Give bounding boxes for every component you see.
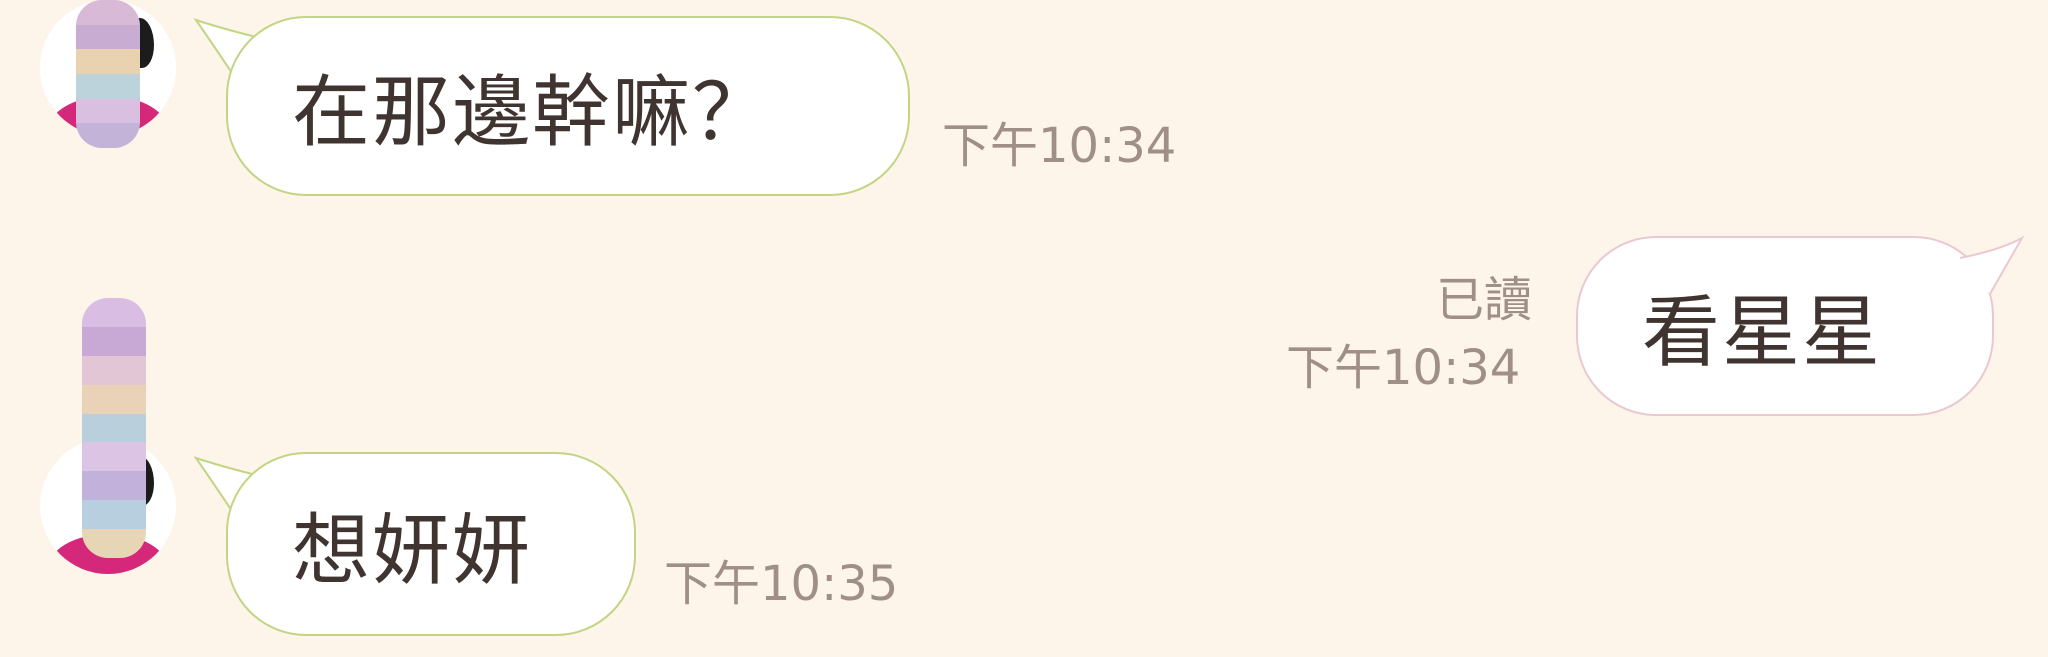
message-bubble[interactable]: 在那邊幹嘛？ <box>226 16 910 196</box>
read-receipt: 已讀 <box>1436 272 1533 328</box>
message-time: 下午10:34 <box>1286 340 1521 396</box>
message-bubble[interactable]: 想妍妍 <box>226 452 636 636</box>
message-text: 想妍妍 <box>292 506 533 596</box>
message-bubble[interactable]: 看星星 <box>1576 236 1994 416</box>
message-text: 看星星 <box>1642 288 1883 378</box>
message-time: 下午10:35 <box>664 556 899 612</box>
chat-area: 在那邊幹嘛？ 下午10:34 已讀 下午10:34 看星星 想妍妍 下午10:3… <box>0 0 2048 657</box>
message-time: 下午10:34 <box>942 118 1177 174</box>
pixelated-censor-block <box>82 298 146 558</box>
message-text: 在那邊幹嘛？ <box>292 68 773 158</box>
bubble-tail-right <box>1959 235 2025 295</box>
pixelated-censor-block <box>76 0 140 148</box>
